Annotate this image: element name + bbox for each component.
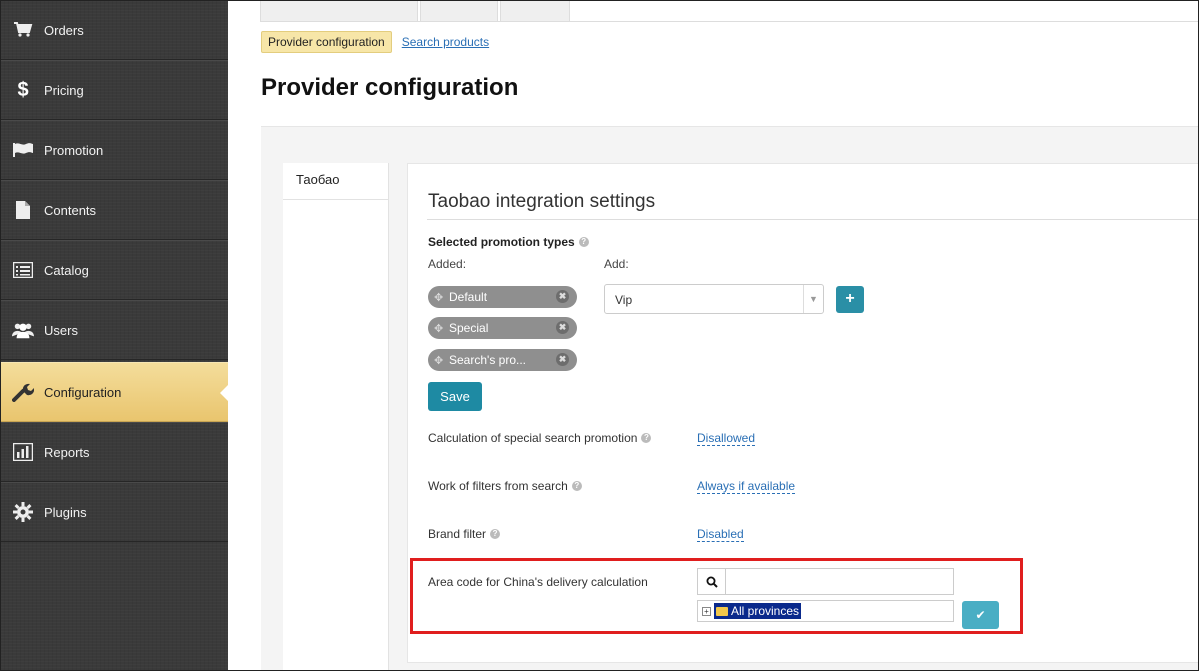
window-frame: [0, 0, 1199, 671]
